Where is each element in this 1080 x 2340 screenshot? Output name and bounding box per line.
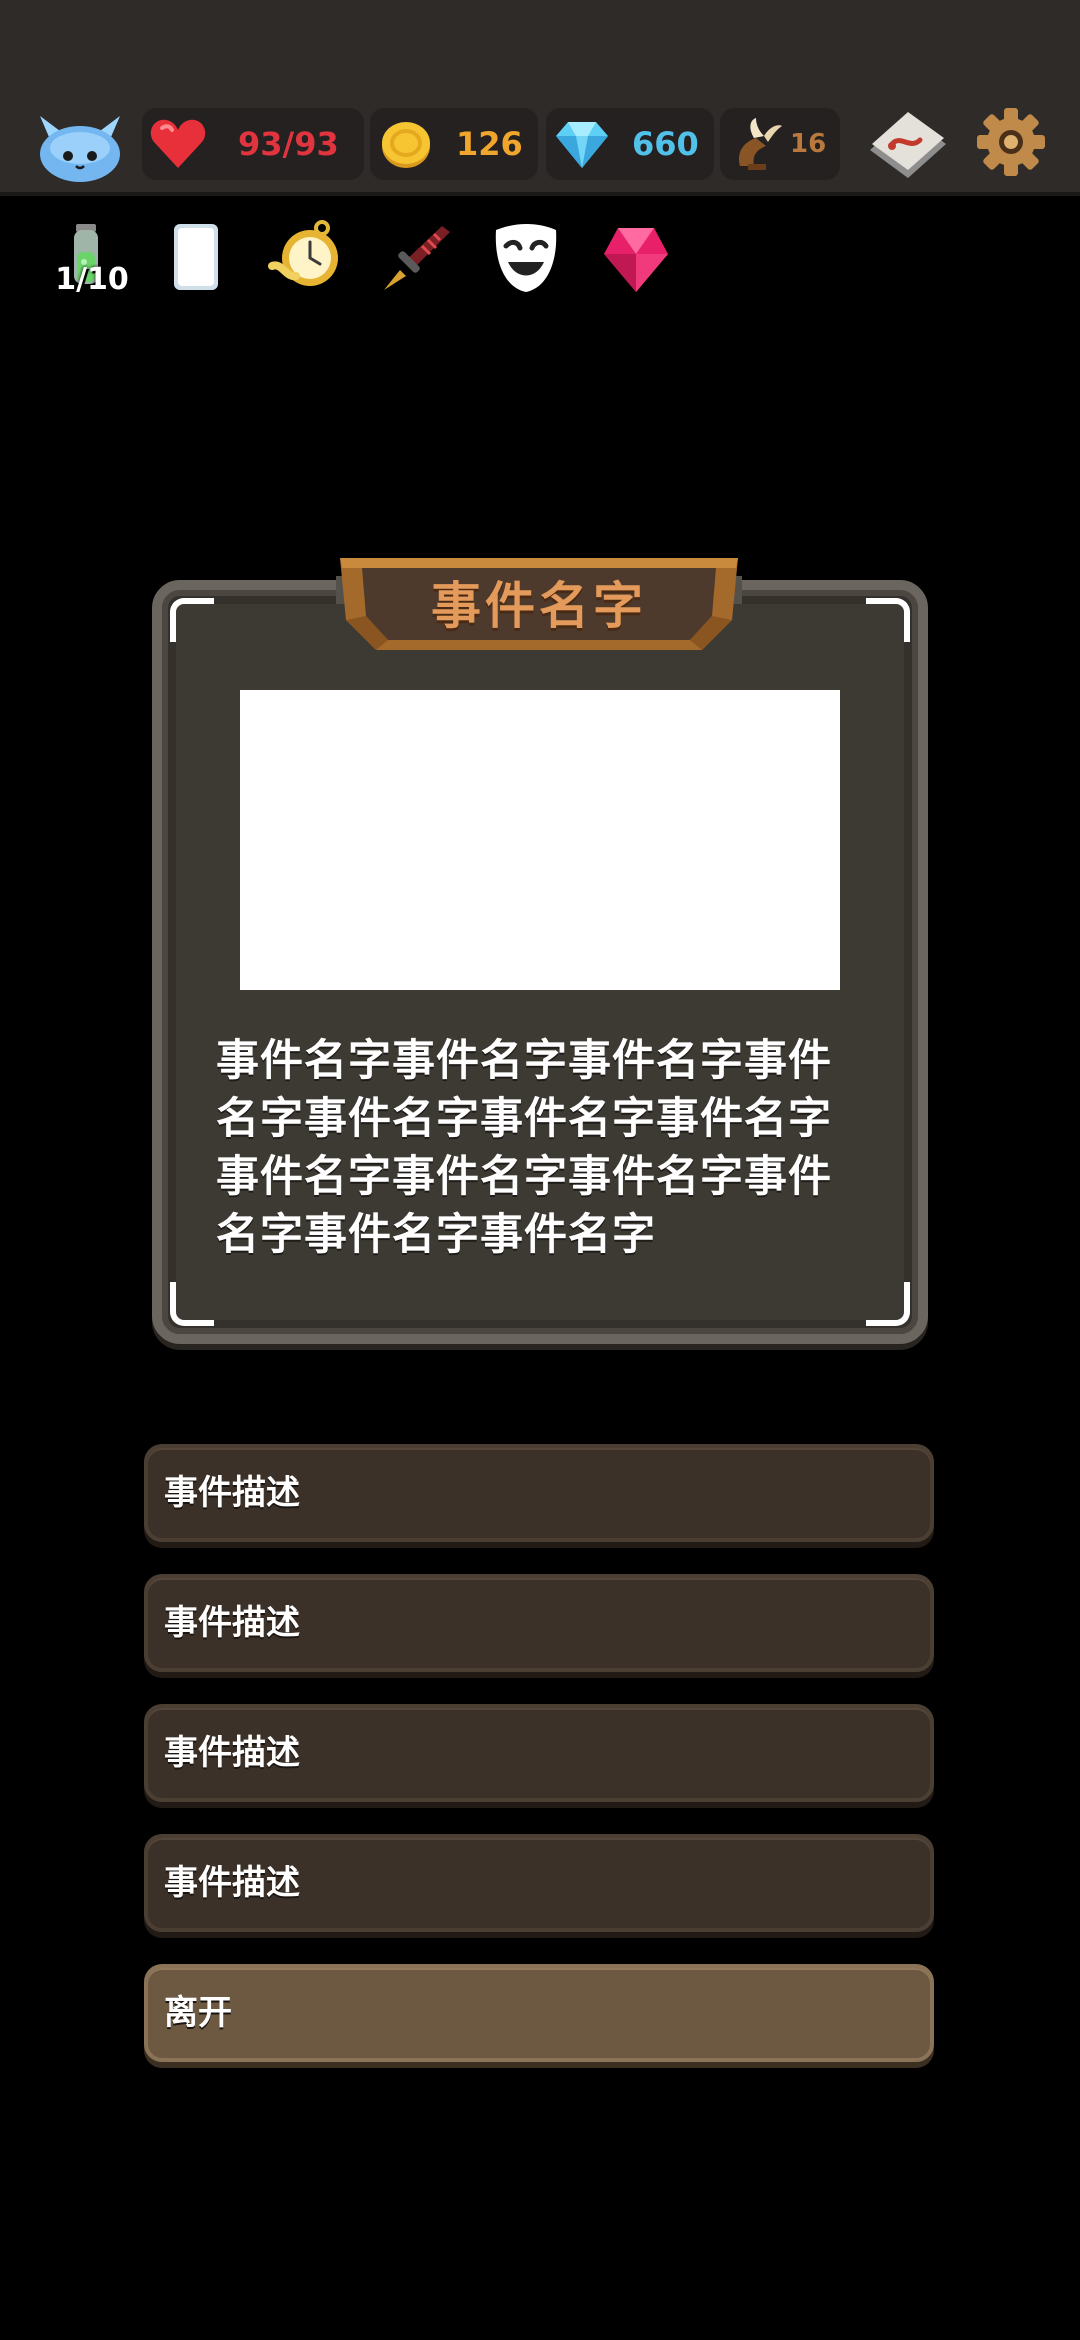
gold-value: 126 (456, 125, 523, 163)
event-title: 事件名字 (431, 577, 647, 635)
event-option-label: 事件描述 (164, 1603, 300, 1643)
hp-counter: 93/93 (142, 108, 364, 180)
panel-corner-ornament (170, 1282, 214, 1326)
heart-icon (148, 116, 208, 172)
event-option-button[interactable]: 事件描述 (144, 1834, 934, 1932)
event-option-label: 事件描述 (164, 1473, 300, 1513)
smiling-mask-icon[interactable] (486, 218, 566, 298)
blue-slime-avatar-icon[interactable] (34, 108, 126, 184)
horn-value: 16 (790, 129, 827, 159)
top-status-bar: 93/93 126 660 16 (0, 0, 1080, 196)
gem-value: 660 (632, 125, 699, 163)
blank-card-icon[interactable] (156, 218, 236, 298)
gear-icon[interactable] (976, 104, 1046, 180)
hp-value: 93/93 (238, 125, 339, 163)
gold-coin-icon (376, 116, 436, 172)
event-option-label: 事件描述 (164, 1733, 300, 1773)
gold-counter: 126 (370, 108, 538, 180)
dagger-icon[interactable] (376, 218, 456, 298)
potion-count: 1/10 (55, 262, 129, 297)
leave-button-label: 离开 (164, 1993, 232, 2033)
horn-counter: 16 (720, 108, 840, 180)
event-image-placeholder (240, 690, 840, 990)
panel-corner-ornament (866, 598, 910, 642)
winged-horn-icon (726, 116, 786, 172)
gem-counter: 660 (546, 108, 714, 180)
map-scroll-icon[interactable] (862, 104, 952, 186)
event-option-button[interactable]: 事件描述 (144, 1574, 934, 1672)
panel-corner-ornament (170, 598, 214, 642)
pocket-watch-icon[interactable] (266, 218, 346, 298)
diamond-icon (552, 116, 612, 172)
event-option-label: 事件描述 (164, 1863, 300, 1903)
event-description: 事件名字事件名字事件名字事件名字事件名字事件名字事件名字事件名字事件名字事件名字… (216, 1036, 832, 1260)
panel-corner-ornament (866, 1282, 910, 1326)
pink-crystal-icon[interactable] (596, 218, 676, 298)
event-option-button[interactable]: 事件描述 (144, 1704, 934, 1802)
event-option-button[interactable]: 事件描述 (144, 1444, 934, 1542)
leave-button[interactable]: 离开 (144, 1964, 934, 2062)
